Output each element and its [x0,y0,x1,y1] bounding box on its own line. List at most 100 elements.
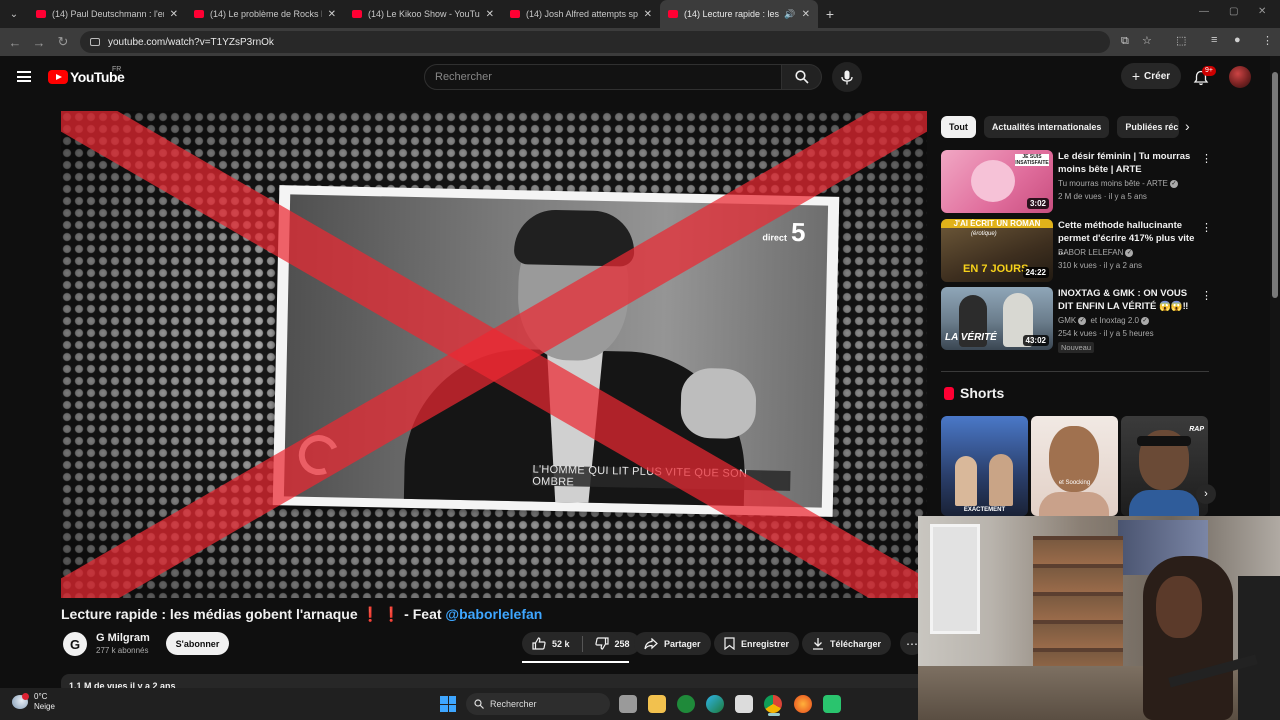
weather-text: 0°C Neige [34,692,55,712]
voice-search-button[interactable] [832,62,862,92]
speaker-icon[interactable]: 🔊 [784,9,795,20]
channel-extra-text: et Inoxtag 2.0 [1088,316,1139,325]
weather-temperature: 0°C [34,692,48,701]
forward-icon[interactable]: → [27,35,51,50]
ms-store-icon[interactable] [735,695,753,713]
create-button[interactable]: + Créer [1121,63,1181,89]
back-icon[interactable]: ← [3,35,27,50]
video-thumbnail[interactable]: J'AI ÉCRIT UN ROMAN (érotique) EN 7 JOUR… [941,219,1053,282]
maximize-icon[interactable]: ▢ [1229,6,1238,17]
firefox-icon[interactable] [794,695,812,713]
youtube-logo[interactable]: YouTube FR [48,66,125,85]
address-bar[interactable]: youtube.com/watch?v=T1YZsP3rnOk [80,31,1110,53]
reload-icon[interactable]: ↻ [51,34,75,50]
youtube-play-logo-icon [48,70,68,84]
thumbs-down-icon [594,637,609,650]
tab-search-icon[interactable]: ⌄ [0,0,28,28]
more-options-icon[interactable]: ⋮ [1201,289,1212,302]
browser-tabstrip: ⌄ (14) Paul Deutschmann : l'enquê ✕ (14)… [0,0,1280,28]
download-button[interactable]: Télécharger [802,632,892,655]
extensions-icon[interactable]: ⬚ [1176,34,1186,47]
search-input[interactable]: Rechercher [424,64,782,90]
minimize-icon[interactable]: — [1199,6,1209,17]
save-button[interactable]: Enregistrer [714,632,800,655]
video-title-feat: - Feat [400,606,446,622]
recommendation-channel: BABOR LELEFAN ✓ [1058,248,1135,257]
short-thumbnail[interactable]: RAP [1121,416,1208,516]
video-thumbnail[interactable]: LA VÉRITÉ 43:02 [941,287,1053,350]
browser-tab-4[interactable]: (14) Josh Alfred attempts spee ✕ [502,0,660,28]
tab-close-icon[interactable]: ✕ [328,9,336,20]
video-thumbnail[interactable]: JE SUIS INSATISFAITE 3:02 [941,150,1053,213]
tab-close-icon[interactable]: ✕ [802,9,810,20]
short-shoulders [1039,492,1109,516]
download-icon [813,638,823,650]
reading-list-icon[interactable]: ≡ [1211,34,1217,46]
recommendation-meta: 254 k vues · il y a 5 heures [1058,329,1154,338]
window-close-icon[interactable]: ✕ [1258,6,1266,17]
mention-link[interactable]: @baborlelefan [445,606,542,622]
chrome-icon[interactable] [764,695,782,713]
snow-cloud-icon [12,693,29,709]
task-view-icon[interactable] [619,695,637,713]
account-avatar[interactable] [1229,66,1251,88]
recommendation-item[interactable]: LA VÉRITÉ 43:02 INOXTAG & GMK : ON VOUS … [941,287,1212,353]
tab-close-icon[interactable]: ✕ [486,9,494,20]
browser-tab-1[interactable]: (14) Paul Deutschmann : l'enquê ✕ [28,0,186,28]
cast-icon[interactable]: ⧉ [1121,35,1129,48]
recommendation-item[interactable]: JE SUIS INSATISFAITE 3:02 Le désir fémin… [941,150,1212,214]
page-scrollbar[interactable] [1270,56,1280,516]
tab-close-icon[interactable]: ✕ [170,9,178,20]
short-thumbnail[interactable]: et Soocking [1031,416,1118,516]
kebab-menu-icon[interactable]: ⋮ [1262,34,1273,47]
video-player[interactable]: direct 5 L'HOMME QUI LIT PLUS VITE QUE S… [61,111,927,598]
profile-icon[interactable]: ● [1234,34,1241,46]
youtube-favicon-icon [668,10,678,18]
browser-tab-2[interactable]: (14) Le problème de Rocks D. X ✕ [186,0,344,28]
tab-title: (14) Le Kikoo Show - YouTube [368,9,480,19]
browser-tab-5-active[interactable]: (14) Lecture rapide : les méd 🔊 ✕ [660,0,818,28]
chip-international-news[interactable]: Actualités internationales [983,116,1110,138]
search-button[interactable] [782,64,822,90]
subscribe-button[interactable]: S'abonner [166,632,229,655]
like-dislike-group: 52 k 258 [522,632,640,655]
youtube-favicon-icon [352,10,362,18]
short-thumbnail[interactable]: EXACTEMENT [941,416,1028,516]
channel-word: direct [762,232,788,243]
weather-widget[interactable]: 0°C Neige [12,692,55,712]
edge-browser-icon[interactable] [706,695,724,713]
like-button[interactable]: 52 k [532,637,570,650]
windows-start-icon[interactable] [440,696,456,712]
new-tab-button[interactable]: + [818,6,842,22]
site-info-icon[interactable] [90,38,100,46]
chevron-right-icon[interactable]: › [1185,118,1190,134]
dislike-button[interactable]: 258 [594,637,630,650]
browser-tab-3[interactable]: (14) Le Kikoo Show - YouTube ✕ [344,0,502,28]
bookmark-star-icon[interactable]: ☆ [1142,34,1152,47]
shorts-next-chevron-icon[interactable]: › [1196,484,1216,504]
chip-recently-published[interactable]: Publiées réc [1117,116,1180,138]
more-options-icon[interactable]: ⋮ [1201,152,1212,165]
channel-avatar[interactable]: G [63,632,87,656]
weather-condition: Neige [34,702,55,711]
recommendation-item[interactable]: J'AI ÉCRIT UN ROMAN (érotique) EN 7 JOUR… [941,219,1212,283]
dislike-count: 258 [614,638,630,649]
video-title-main: Lecture rapide : les médias gobent l'arn… [61,606,358,622]
taskbar-search[interactable]: Rechercher [466,693,610,715]
scrollbar-thumb[interactable] [1272,72,1278,298]
streaming-app-icon[interactable] [823,695,841,713]
like-divider [581,635,583,652]
microphone-icon [841,70,853,84]
thumb-line-3: EN 7 JOURS [963,263,1029,275]
more-options-icon[interactable]: ⋮ [1201,221,1212,234]
nvidia-icon[interactable] [677,695,695,713]
short-caption: et Soocking [1058,480,1091,486]
tab-title: (14) Paul Deutschmann : l'enquê [52,9,164,19]
file-explorer-icon[interactable] [648,695,666,713]
shorts-label: Shorts [960,385,1005,401]
channel-name[interactable]: G Milgram [96,632,150,644]
hamburger-menu-icon[interactable] [17,71,31,82]
share-button[interactable]: Partager [634,632,711,655]
chip-all[interactable]: Tout [941,116,976,138]
tab-close-icon[interactable]: ✕ [644,9,652,20]
